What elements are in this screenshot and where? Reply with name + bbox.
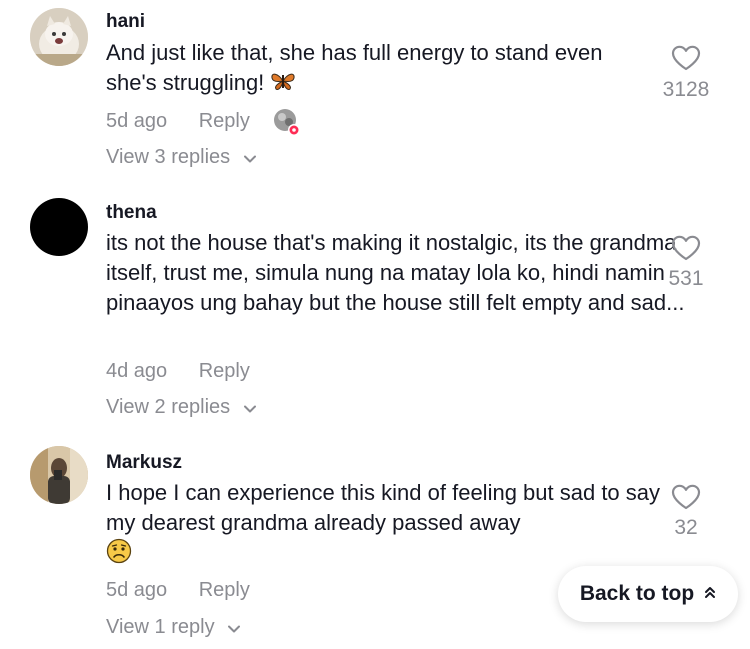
comment-meta: 4d ago Reply: [106, 360, 250, 383]
comment-text: And just like that, she has full energy …: [106, 38, 646, 99]
avatar[interactable]: [30, 198, 88, 256]
view-replies-label: View 1 reply: [106, 616, 215, 638]
like-count: 32: [674, 516, 698, 539]
back-to-top-label: Back to top: [579, 582, 695, 605]
avatar[interactable]: [30, 8, 88, 66]
like-button[interactable]: [671, 484, 701, 510]
reply-button[interactable]: Reply: [199, 579, 250, 601]
avatar[interactable]: [30, 446, 88, 504]
comment-text-body: And just like that, she has full energy …: [106, 40, 603, 95]
cat-avatar-image: [30, 8, 88, 66]
sad-face-emoji-icon: [106, 538, 132, 572]
like-button[interactable]: [671, 45, 701, 71]
like-count: 3128: [662, 78, 710, 101]
view-replies-button[interactable]: View 2 replies: [106, 396, 256, 419]
comment-timestamp: 4d ago: [106, 360, 168, 382]
comment-username[interactable]: hani: [106, 11, 145, 33]
comment-meta: 5d ago Reply: [106, 579, 250, 602]
liked-by-creator-avatar: [272, 108, 302, 138]
view-replies-button[interactable]: View 1 reply: [106, 616, 241, 639]
comment-username[interactable]: thena: [106, 202, 157, 224]
heart-icon: [671, 235, 701, 261]
comment-timestamp: 5d ago: [106, 110, 168, 132]
butterfly-emoji-icon: [270, 69, 296, 99]
reply-button[interactable]: Reply: [199, 360, 250, 382]
chevron-down-icon: [243, 146, 256, 169]
comment-text: I hope I can experience this kind of fee…: [106, 478, 666, 572]
comment-timestamp: 5d ago: [106, 579, 168, 601]
like-count: 531: [668, 267, 704, 290]
comment-text-body: I hope I can experience this kind of fee…: [106, 480, 661, 535]
back-to-top-button[interactable]: Back to top: [558, 566, 738, 622]
person-avatar-image: [30, 446, 88, 504]
chevron-down-icon: [228, 616, 241, 639]
view-replies-button[interactable]: View 3 replies: [106, 146, 256, 169]
view-replies-label: View 3 replies: [106, 146, 231, 168]
comment-username[interactable]: Markusz: [106, 452, 182, 474]
view-replies-label: View 2 replies: [106, 396, 231, 418]
heart-icon: [671, 45, 701, 71]
comment-text: its not the house that's making it nosta…: [106, 230, 685, 315]
double-chevron-up-icon: [704, 585, 716, 604]
like-button[interactable]: [671, 235, 701, 261]
chevron-down-icon: [243, 396, 256, 419]
comment-meta: 5d ago Reply: [106, 110, 250, 133]
reply-button[interactable]: Reply: [199, 110, 250, 132]
heart-icon: [671, 484, 701, 510]
